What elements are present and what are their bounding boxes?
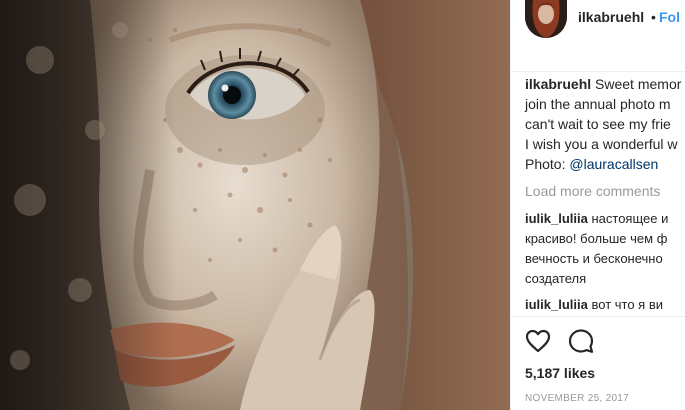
avatar-image	[525, 0, 567, 38]
comment-username[interactable]: iulik_luliia	[525, 297, 588, 312]
post-header: ilkabruehl • Fol	[511, 0, 685, 72]
portrait-image	[0, 0, 510, 410]
caption-line-3: can't wait to see my frie	[525, 116, 671, 132]
likes-count[interactable]: 5,187 likes	[525, 365, 595, 381]
post-side-panel: ilkabruehl • Fol ilkabruehl Sweet memor …	[510, 0, 685, 410]
comment-username[interactable]: iulik_luliia	[525, 211, 588, 226]
comment-item: iulik_luliia вот что я ви	[525, 295, 663, 315]
caption-line-4: I wish you a wonderful w	[525, 136, 678, 152]
load-more-comments-button[interactable]: Load more comments	[525, 183, 660, 199]
comment-text-line-1: настоящее и	[591, 211, 669, 226]
photo-credit-mention[interactable]: @lauracallsen	[569, 156, 658, 172]
comment-item: iulik_luliia настоящее и красиво! больше…	[525, 209, 685, 289]
post-actions: 5,187 likes NOVEMBER 25, 2017	[511, 316, 685, 410]
comment-text-line-1: вот что я ви	[591, 297, 663, 312]
header-separator: •	[651, 9, 656, 25]
avatar[interactable]	[525, 0, 567, 38]
heart-icon	[525, 329, 551, 353]
photo-credit-label: Photo:	[525, 156, 566, 172]
comment-button[interactable]	[567, 327, 595, 355]
follow-button[interactable]: Fol	[659, 9, 680, 25]
post-date: NOVEMBER 25, 2017	[525, 393, 630, 404]
comment-text-line-4: создателя	[525, 271, 587, 286]
caption-username[interactable]: ilkabruehl	[525, 76, 591, 92]
comment-text-line-2: красиво! больше чем ф	[525, 231, 668, 246]
post-author-username[interactable]: ilkabruehl	[578, 9, 644, 25]
like-button[interactable]	[524, 327, 552, 355]
caption-line-1: Sweet memor	[595, 76, 682, 92]
comment-text-line-3: вечность и бесконечно	[525, 251, 663, 266]
post-caption: ilkabruehl Sweet memor join the annual p…	[525, 74, 685, 174]
speech-bubble-icon	[568, 329, 594, 353]
post-photo[interactable]	[0, 0, 510, 410]
caption-line-2: join the annual photo m	[525, 96, 671, 112]
